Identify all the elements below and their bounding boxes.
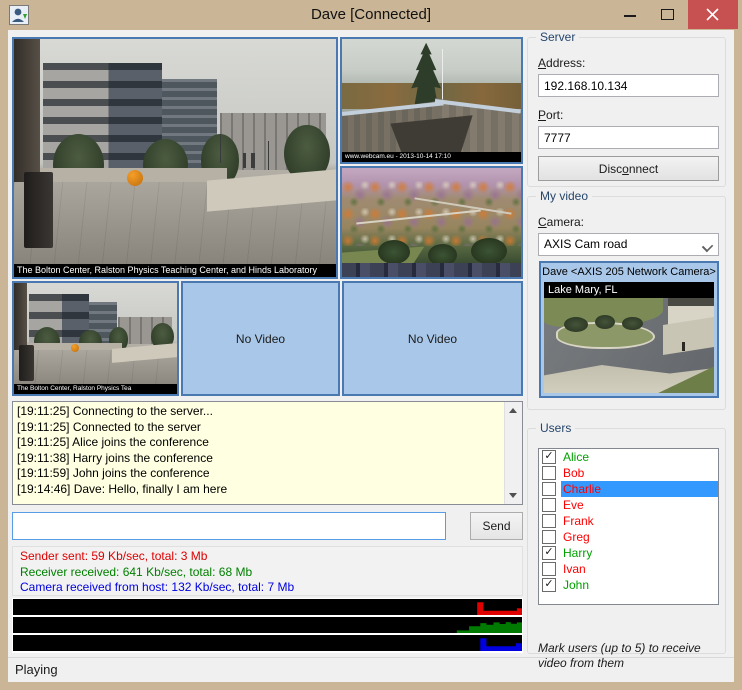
checkbox-checked-icon[interactable]: ✓ bbox=[542, 450, 556, 464]
self-video-frame: Lake Mary, FL bbox=[544, 282, 714, 393]
user-name[interactable]: Frank bbox=[561, 513, 718, 529]
remote-video-small: The Bolton Center, Ralston Physics Tea bbox=[14, 283, 177, 394]
user-name[interactable]: Harry bbox=[561, 545, 718, 561]
arrow-down-icon bbox=[509, 493, 517, 498]
user-row[interactable]: ✓ John bbox=[539, 577, 718, 593]
scroll-down-button[interactable] bbox=[505, 487, 522, 504]
close-icon bbox=[706, 8, 719, 21]
user-name[interactable]: Alice bbox=[561, 449, 718, 465]
video-caption-small: The Bolton Center, Ralston Physics Tea bbox=[14, 384, 177, 394]
message-input[interactable] bbox=[12, 512, 446, 540]
send-button-label: Send bbox=[482, 519, 510, 533]
chevron-down-icon bbox=[702, 241, 713, 252]
my-video-group: My video Camera: AXIS Cam road Dave <AXI… bbox=[527, 196, 726, 410]
no-video-label: No Video bbox=[408, 332, 457, 346]
remote-video-main: The Bolton Center, Ralston Physics Teach… bbox=[14, 39, 336, 277]
checkbox-unchecked-icon[interactable] bbox=[542, 466, 556, 480]
user-row[interactable]: Eve bbox=[539, 497, 718, 513]
user-name[interactable]: Bob bbox=[561, 465, 718, 481]
maximize-icon bbox=[661, 9, 674, 20]
user-name[interactable]: Greg bbox=[561, 529, 718, 545]
users-list[interactable]: ✓ AliceBobCharlieEveFrankGreg ✓ HarryIvan ✓ J… bbox=[538, 448, 719, 605]
my-video-group-title: My video bbox=[536, 189, 592, 203]
minimize-icon bbox=[624, 15, 636, 17]
address-input[interactable] bbox=[538, 74, 719, 97]
chat-message: [19:11:25] Connected to the server bbox=[17, 420, 502, 436]
chat-log[interactable]: [19:11:25] Connecting to the server...[1… bbox=[12, 401, 523, 505]
user-row[interactable]: ✓ Harry bbox=[539, 545, 718, 561]
checkbox-checked-icon[interactable]: ✓ bbox=[542, 546, 556, 560]
maximize-button[interactable] bbox=[650, 0, 685, 29]
port-label: Port: bbox=[538, 108, 563, 122]
disconnect-button[interactable]: Disconnect bbox=[538, 156, 719, 181]
checkbox-unchecked-icon[interactable] bbox=[542, 482, 556, 496]
scroll-up-button[interactable] bbox=[505, 402, 522, 419]
port-input[interactable] bbox=[538, 126, 719, 149]
stat-line: Receiver received: 641 Kb/sec, total: 68… bbox=[20, 565, 522, 581]
camera-received-graph bbox=[13, 635, 522, 651]
chat-message: [19:11:38] Harry joins the conference bbox=[17, 451, 502, 467]
user-name[interactable]: John bbox=[561, 577, 718, 593]
sender-sent-graph bbox=[13, 599, 522, 615]
close-button[interactable] bbox=[688, 0, 738, 29]
address-label: Address: bbox=[538, 56, 585, 70]
camera-dropdown-value: AXIS Cam road bbox=[544, 237, 627, 251]
user-row[interactable]: ✓ Alice bbox=[539, 449, 718, 465]
checkbox-unchecked-icon[interactable] bbox=[542, 498, 556, 512]
user-name[interactable]: Charlie bbox=[561, 481, 718, 497]
status-text: Playing bbox=[15, 662, 58, 677]
camera-label: Camera: bbox=[538, 215, 584, 229]
user-row[interactable]: Charlie bbox=[539, 481, 718, 497]
checkbox-unchecked-icon[interactable] bbox=[542, 530, 556, 544]
video-caption-main: The Bolton Center, Ralston Physics Teach… bbox=[14, 264, 336, 277]
send-button[interactable]: Send bbox=[470, 512, 523, 540]
user-row[interactable]: Ivan bbox=[539, 561, 718, 577]
self-video-preview: Dave <AXIS 205 Network Camera> Lake Mary… bbox=[539, 261, 719, 398]
checkbox-unchecked-icon[interactable] bbox=[542, 562, 556, 576]
chat-message: [19:14:46] Dave: Hello, finally I am her… bbox=[17, 482, 502, 498]
users-group: Users ✓AliceBobCharlieEveFrankGreg✓Harry… bbox=[527, 428, 726, 654]
users-note: Mark users (up to 5) to receive video fr… bbox=[538, 641, 720, 671]
user-row[interactable]: Frank bbox=[539, 513, 718, 529]
server-group: Server Address: Port: Disconnect bbox=[527, 37, 726, 187]
disconnect-button-label: Disconnect bbox=[599, 162, 658, 176]
client-area: The Bolton Center, Ralston Physics Teach… bbox=[8, 30, 734, 682]
chat-message: [19:11:25] Connecting to the server... bbox=[17, 404, 502, 420]
chat-scrollbar[interactable] bbox=[504, 402, 522, 504]
chat-messages: [19:11:25] Connecting to the server...[1… bbox=[17, 404, 502, 502]
stats-panel: Sender sent: 59 Kb/sec, total: 3 MbRecei… bbox=[12, 546, 523, 596]
app-window: Dave [Connected] bbox=[0, 0, 742, 690]
user-name[interactable]: Ivan bbox=[561, 561, 718, 577]
user-name[interactable]: Eve bbox=[561, 497, 718, 513]
chat-message: [19:11:25] Alice joins the conference bbox=[17, 435, 502, 451]
self-video-scene bbox=[544, 298, 714, 393]
chat-message: [19:11:59] John joins the conference bbox=[17, 466, 502, 482]
server-group-title: Server bbox=[536, 30, 579, 44]
user-row[interactable]: Bob bbox=[539, 465, 718, 481]
user-row[interactable]: Greg bbox=[539, 529, 718, 545]
video-cell-top-right[interactable]: www.webcam.eu - 2013-10-14 17:10 bbox=[340, 37, 523, 164]
video-cell-empty-2[interactable]: No Video bbox=[342, 281, 523, 396]
camera-dropdown[interactable]: AXIS Cam road bbox=[538, 233, 719, 256]
self-video-title: Dave <AXIS 205 Network Camera> bbox=[541, 263, 717, 282]
checkbox-checked-icon[interactable]: ✓ bbox=[542, 578, 556, 592]
no-video-label: No Video bbox=[236, 332, 285, 346]
remote-video-rooftop: www.webcam.eu - 2013-10-14 17:10 bbox=[342, 39, 521, 162]
video-cell-empty-1[interactable]: No Video bbox=[181, 281, 340, 396]
video-cell-main[interactable]: The Bolton Center, Ralston Physics Teach… bbox=[12, 37, 338, 279]
stat-line: Sender sent: 59 Kb/sec, total: 3 Mb bbox=[20, 549, 522, 565]
title-bar[interactable]: Dave [Connected] bbox=[0, 0, 742, 30]
video-caption-rooftop: www.webcam.eu - 2013-10-14 17:10 bbox=[342, 152, 521, 162]
video-cell-bottom-left[interactable]: The Bolton Center, Ralston Physics Tea bbox=[12, 281, 179, 396]
users-group-title: Users bbox=[536, 421, 575, 435]
stat-line: Camera received from host: 132 Kb/sec, t… bbox=[20, 580, 522, 596]
receiver-received-graph bbox=[13, 617, 522, 633]
arrow-up-icon bbox=[509, 408, 517, 413]
bandwidth-graphs bbox=[12, 598, 523, 653]
camera-overlay-text: Lake Mary, FL bbox=[544, 282, 714, 298]
remote-video-aerial bbox=[342, 168, 521, 277]
video-cell-mid-right[interactable] bbox=[340, 166, 523, 279]
minimize-button[interactable] bbox=[613, 0, 648, 29]
checkbox-unchecked-icon[interactable] bbox=[542, 514, 556, 528]
